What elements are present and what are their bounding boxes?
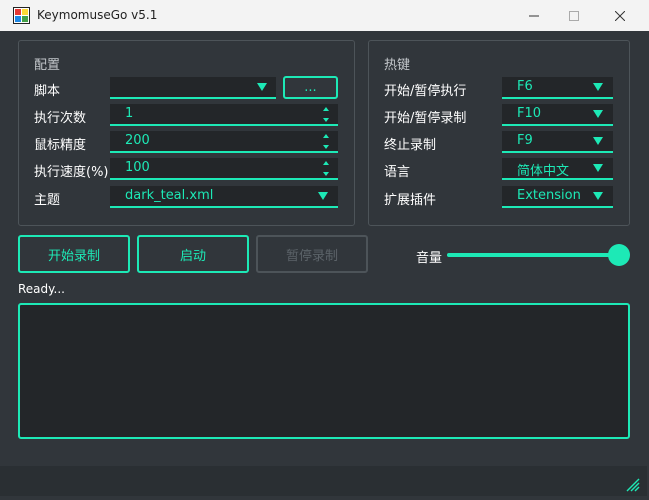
plugin-value: Extension: [517, 188, 581, 203]
chevron-down-icon: [593, 164, 603, 172]
title-bar: KeymomuseGo v5.1: [0, 0, 649, 31]
script-label: 脚本: [34, 84, 61, 99]
status-bar: [0, 466, 647, 496]
spin-down-icon[interactable]: [323, 118, 329, 122]
stop-record-label: 终止录制: [384, 138, 437, 153]
start-pause-record-label: 开始/暂停录制: [384, 111, 467, 126]
script-combobox[interactable]: [110, 77, 276, 99]
start-pause-exec-value: F6: [517, 79, 533, 94]
resize-grip-icon[interactable]: [624, 476, 640, 492]
minimize-icon: [529, 15, 539, 16]
mouse-precision-label: 鼠标精度: [34, 138, 87, 153]
maximize-button[interactable]: [551, 0, 597, 31]
mouse-precision-value: 200: [125, 133, 150, 148]
close-icon: [615, 10, 625, 21]
launch-button[interactable]: 启动: [137, 235, 249, 273]
mouse-precision-spinbox[interactable]: 200: [110, 131, 338, 153]
volume-slider-fill: [447, 253, 619, 257]
chevron-down-icon: [257, 83, 267, 91]
chevron-down-icon: [593, 110, 603, 118]
chevron-down-icon: [593, 137, 603, 145]
exec-speed-spinbox[interactable]: 100: [110, 158, 338, 180]
config-group-title: 配置: [34, 58, 61, 73]
theme-label: 主题: [34, 193, 61, 208]
stop-record-combobox[interactable]: F9: [502, 131, 613, 153]
start-pause-exec-combobox[interactable]: F6: [502, 77, 613, 99]
browse-button[interactable]: ...: [283, 76, 338, 99]
pause-record-button-label: 暂停录制: [285, 248, 338, 264]
window-title: KeymomuseGo v5.1: [37, 8, 158, 22]
start-record-button-label: 开始录制: [47, 248, 100, 264]
theme-combobox[interactable]: dark_teal.xml: [110, 186, 338, 208]
spin-up-icon[interactable]: [323, 134, 329, 138]
plugin-label: 扩展插件: [384, 193, 437, 208]
chevron-down-icon: [318, 192, 328, 200]
volume-slider-handle[interactable]: [608, 244, 630, 266]
maximize-icon: [569, 10, 579, 21]
spin-up-icon[interactable]: [323, 107, 329, 111]
exec-count-label: 执行次数: [34, 111, 87, 126]
volume-label: 音量: [416, 251, 443, 266]
exec-speed-label: 执行速度(%): [34, 165, 109, 180]
exec-count-value: 1: [125, 106, 134, 121]
log-output[interactable]: [18, 303, 630, 439]
chevron-down-icon: [593, 83, 603, 91]
pause-record-button[interactable]: 暂停录制: [256, 235, 368, 273]
launch-button-label: 启动: [179, 248, 206, 264]
status-text: Ready...: [18, 282, 65, 296]
spin-down-icon[interactable]: [323, 145, 329, 149]
language-label: 语言: [384, 165, 411, 180]
volume-slider[interactable]: [447, 244, 631, 266]
stop-record-value: F9: [517, 133, 533, 148]
hotkey-group-title: 热键: [384, 58, 411, 73]
spin-down-icon[interactable]: [323, 172, 329, 176]
close-button[interactable]: [597, 0, 643, 31]
start-pause-exec-label: 开始/暂停执行: [384, 84, 467, 99]
plugin-combobox[interactable]: Extension: [502, 186, 613, 208]
spin-up-icon[interactable]: [323, 161, 329, 165]
exec-count-spinbox[interactable]: 1: [110, 104, 338, 126]
language-combobox[interactable]: 简体中文: [502, 158, 613, 180]
app-logo-icon: [13, 7, 30, 24]
browse-button-label: ...: [304, 80, 317, 95]
exec-speed-value: 100: [125, 160, 150, 175]
language-value: 简体中文: [517, 164, 570, 179]
start-pause-record-combobox[interactable]: F10: [502, 104, 613, 126]
chevron-down-icon: [593, 192, 603, 200]
start-record-button[interactable]: 开始录制: [18, 235, 130, 273]
theme-value: dark_teal.xml: [125, 188, 214, 203]
start-pause-record-value: F10: [517, 106, 542, 121]
